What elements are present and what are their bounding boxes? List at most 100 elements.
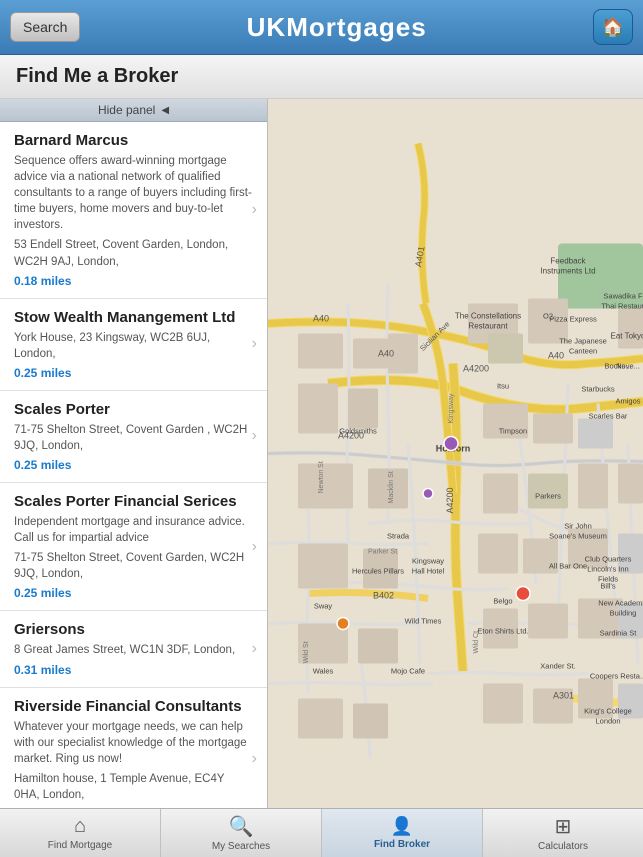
tab-calculators[interactable]: ⊞ Calculators — [483, 809, 643, 857]
page-title-bar: Find Me a Broker — [0, 55, 643, 99]
find-mortgage-icon: ⌂ — [74, 815, 86, 838]
broker-distance: 0.25 miles — [14, 586, 253, 600]
svg-text:Eat Tokyo: Eat Tokyo — [611, 332, 643, 341]
broker-address: 8 Great James Street, WC1N 3DF, London, — [14, 642, 253, 658]
broker-name: Riverside Financial Consultants — [14, 698, 253, 715]
svg-text:Sardinia St: Sardinia St — [600, 629, 638, 638]
hide-panel-label: Hide panel — [98, 103, 155, 117]
svg-text:Sir John: Sir John — [564, 522, 592, 531]
broker-address: York House, 23 Kingsway, WC2B 6UJ, Londo… — [14, 330, 253, 362]
chevron-left-icon: ◀ — [161, 105, 169, 116]
calculators-icon: ⊞ — [555, 814, 572, 839]
tab-find-mortgage[interactable]: ⌂ Find Mortgage — [0, 809, 161, 857]
search-button[interactable]: Search — [10, 12, 80, 42]
chevron-right-icon: › — [252, 538, 257, 556]
svg-text:A301: A301 — [553, 691, 574, 701]
svg-text:King's College: King's College — [584, 707, 632, 716]
svg-text:Thai Restaurant: Thai Restaurant — [601, 302, 643, 311]
svg-text:Xander St.: Xander St. — [540, 662, 575, 671]
svg-text:New Academic: New Academic — [598, 599, 643, 608]
svg-text:Pizza Express: Pizza Express — [549, 315, 597, 324]
svg-text:Hall Hotel: Hall Hotel — [412, 567, 445, 576]
svg-text:Kingsway: Kingsway — [412, 557, 444, 566]
broker-list-item[interactable]: Barnard Marcus Sequence offers award-winn… — [0, 122, 267, 299]
main-content: Hide panel ◀ Barnard Marcus Sequence offe… — [0, 99, 643, 808]
svg-text:Scarles Bar: Scarles Bar — [589, 412, 628, 421]
svg-text:Club Quarters: Club Quarters — [585, 555, 632, 564]
find-broker-icon: 👤 — [391, 816, 413, 837]
svg-text:Itsu: Itsu — [497, 382, 509, 391]
chevron-right-icon: › — [252, 335, 257, 353]
svg-text:Building: Building — [610, 609, 637, 618]
broker-name: Scales Porter Financial Serices — [14, 493, 253, 510]
svg-text:Amigos: Amigos — [615, 397, 640, 406]
broker-list-item[interactable]: Riverside Financial ConsultantsWhatever … — [0, 688, 267, 809]
svg-text:Wales: Wales — [313, 667, 334, 676]
app-header: Search UKMortgages 🏠 — [0, 0, 643, 55]
tab-find-broker-label: Find Broker — [374, 839, 430, 850]
svg-text:Canteen: Canteen — [569, 347, 597, 356]
broker-list-item[interactable]: Griersons8 Great James Street, WC1N 3DF,… — [0, 611, 267, 687]
hide-panel-bar[interactable]: Hide panel ◀ — [0, 99, 267, 122]
svg-text:Sway: Sway — [314, 602, 333, 611]
svg-text:All Bar One: All Bar One — [549, 562, 587, 571]
svg-text:Parkers: Parkers — [535, 492, 561, 501]
broker-desc: Sequence offers award-winning mortgage a… — [14, 153, 253, 233]
tab-my-searches[interactable]: 🔍 My Searches — [161, 809, 322, 857]
svg-text:A40: A40 — [548, 351, 564, 361]
svg-text:Eton Shirts Ltd.: Eton Shirts Ltd. — [477, 627, 528, 636]
svg-text:A4200: A4200 — [463, 364, 489, 374]
chevron-right-icon: › — [252, 201, 257, 219]
svg-text:Starbucks: Starbucks — [581, 385, 615, 394]
chevron-right-icon: › — [252, 640, 257, 658]
broker-list-item[interactable]: Stow Wealth Manangement LtdYork House, 2… — [0, 299, 267, 391]
svg-text:O2: O2 — [543, 312, 553, 321]
svg-text:Strada: Strada — [387, 532, 410, 541]
svg-text:Newton St: Newton St — [318, 461, 325, 493]
svg-text:Instruments Ltd: Instruments Ltd — [540, 267, 595, 276]
broker-list-item[interactable]: Scales Porter 71-75 Shelton Street, Coven… — [0, 391, 267, 483]
svg-text:Timpson: Timpson — [499, 427, 527, 436]
svg-text:The Japanese: The Japanese — [559, 337, 607, 346]
tab-find-broker[interactable]: 👤 Find Broker — [322, 809, 483, 857]
svg-text:Feedback: Feedback — [550, 257, 586, 266]
broker-distance: 0.25 miles — [14, 458, 253, 472]
svg-text:Kingsway: Kingsway — [448, 393, 455, 423]
broker-address: 71-75 Shelton Street, Covent Garden , WC… — [14, 422, 253, 454]
svg-text:Bill's: Bill's — [600, 582, 615, 591]
broker-distance: 0.64 miles — [14, 807, 253, 808]
svg-text:Hercules Pillars: Hercules Pillars — [352, 567, 404, 576]
broker-distance: 0.31 miles — [14, 663, 253, 677]
broker-list-item[interactable]: Scales Porter Financial Serices Independe… — [0, 483, 267, 611]
svg-text:Parker St: Parker St — [368, 549, 397, 556]
svg-text:B402: B402 — [373, 591, 394, 601]
page-title: Find Me a Broker — [16, 65, 627, 88]
broker-list: Barnard Marcus Sequence offers award-winn… — [0, 122, 267, 808]
tab-my-searches-label: My Searches — [212, 841, 270, 852]
broker-address: 71-75 Shelton Street, Covent Garden, WC2… — [14, 550, 253, 582]
svg-text:Coopers Resta...: Coopers Resta... — [590, 672, 643, 681]
map-area[interactable]: A401 A40 A4200 A40 A40 A4200 A4200 B402 … — [268, 99, 643, 808]
home-button[interactable]: 🏠 — [593, 9, 633, 45]
tab-bar: ⌂ Find Mortgage 🔍 My Searches 👤 Find Bro… — [0, 808, 643, 857]
svg-text:The Constellations: The Constellations — [455, 312, 521, 321]
svg-text:London: London — [595, 717, 620, 726]
broker-distance: 0.25 miles — [14, 366, 253, 380]
svg-text:Macklin St: Macklin St — [388, 471, 395, 503]
svg-text:Restaurant: Restaurant — [468, 322, 508, 331]
chevron-right-icon: › — [252, 427, 257, 445]
broker-list-panel[interactable]: Hide panel ◀ Barnard Marcus Sequence offe… — [0, 99, 268, 808]
svg-text:Belgo: Belgo — [493, 597, 512, 606]
tab-calculators-label: Calculators — [538, 841, 588, 852]
broker-name: Barnard Marcus — [14, 132, 253, 149]
tab-find-mortgage-label: Find Mortgage — [48, 840, 112, 851]
svg-text:A40: A40 — [378, 349, 394, 359]
broker-desc: Independent mortgage and insurance advic… — [14, 514, 253, 546]
svg-text:Books...: Books... — [604, 362, 631, 371]
svg-text:Sawadika Fine: Sawadika Fine — [603, 292, 643, 301]
svg-text:Mojo Cafe: Mojo Cafe — [391, 667, 425, 676]
svg-text:Wild Times: Wild Times — [405, 617, 442, 626]
chevron-right-icon: › — [252, 750, 257, 768]
broker-address: 53 Endell Street, Covent Garden, London,… — [14, 237, 253, 269]
broker-name: Scales Porter — [14, 401, 253, 418]
